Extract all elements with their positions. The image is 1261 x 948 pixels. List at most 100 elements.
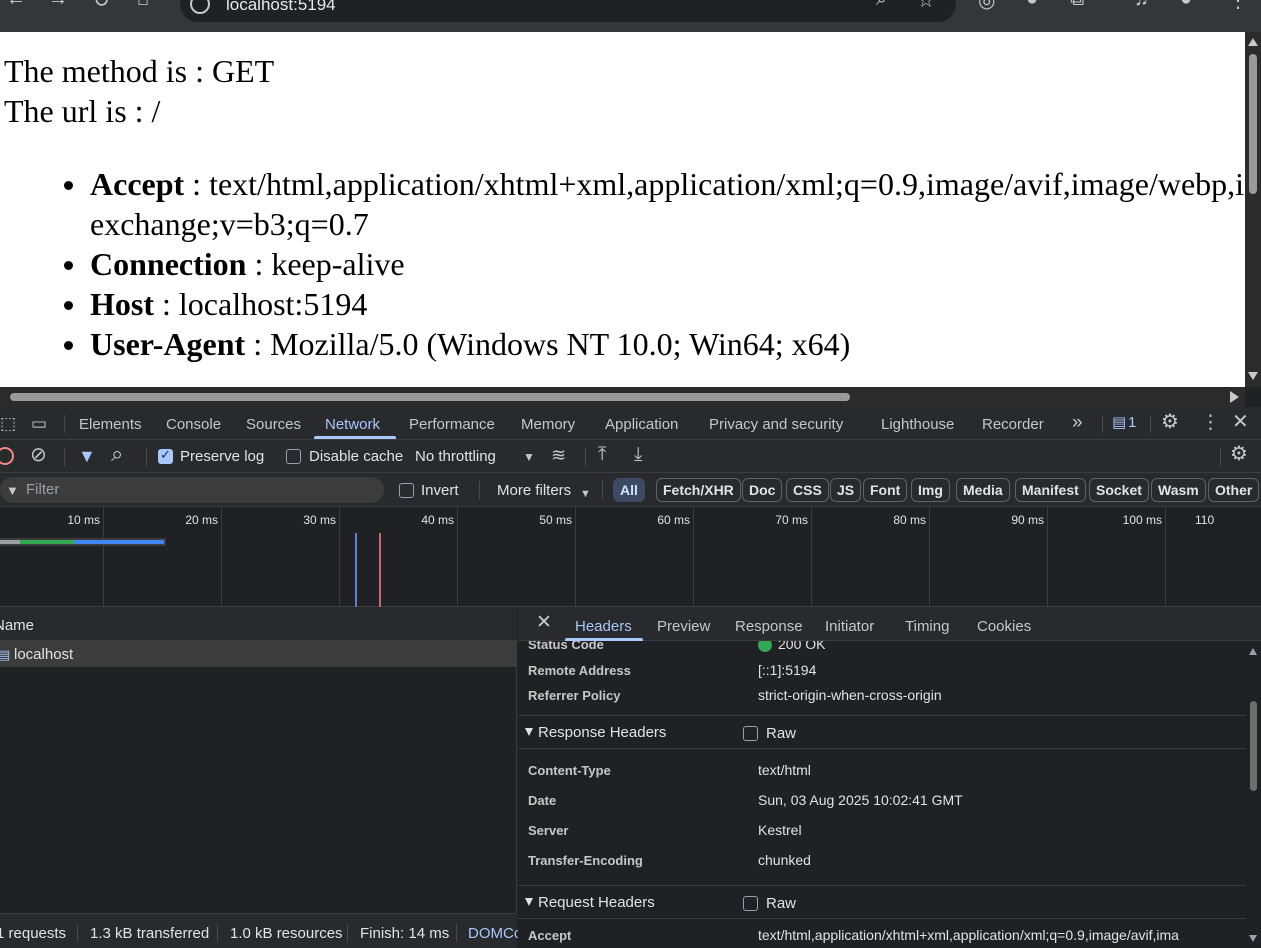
tab-sources[interactable]: Sources bbox=[246, 416, 301, 433]
scrollbar-thumb[interactable] bbox=[1250, 701, 1257, 791]
grid-line bbox=[929, 507, 930, 607]
filter-funnel-icon[interactable]: ▼ bbox=[78, 447, 96, 465]
grid-line bbox=[221, 507, 222, 607]
address-bar[interactable]: localhost:5194 ⌕ ☆ bbox=[180, 0, 956, 22]
device-toolbar-icon[interactable]: ▭ bbox=[31, 415, 47, 433]
site-info-icon[interactable] bbox=[190, 0, 210, 14]
chevron-down-icon[interactable]: ▼ bbox=[523, 448, 535, 466]
scrollbar-thumb[interactable] bbox=[10, 393, 850, 401]
scroll-down-icon[interactable] bbox=[1248, 372, 1258, 380]
header-value: chunked bbox=[758, 852, 811, 868]
issues-count[interactable]: 1 bbox=[1128, 414, 1136, 432]
tab-privacy-and-security[interactable]: Privacy and security bbox=[709, 416, 843, 433]
disable-cache-label: Disable cache bbox=[309, 448, 404, 465]
raw-checkbox[interactable] bbox=[743, 726, 758, 741]
address-url: localhost:5194 bbox=[226, 0, 336, 14]
tab-response[interactable]: Response bbox=[735, 618, 803, 635]
throttling-select[interactable]: No throttling bbox=[415, 448, 496, 465]
extension-avatar-icon[interactable]: ● bbox=[1026, 0, 1038, 11]
filter-input[interactable]: ▼ Filter bbox=[0, 477, 384, 503]
type-filter-manifest[interactable]: Manifest bbox=[1015, 478, 1086, 502]
bookmark-star-icon[interactable]: ☆ bbox=[917, 0, 935, 13]
request-waterfall-bar bbox=[0, 538, 166, 546]
inspect-element-icon[interactable]: ⬚ bbox=[0, 415, 16, 433]
tab-timing[interactable]: Timing bbox=[905, 618, 949, 635]
network-conditions-icon[interactable]: ≋ bbox=[551, 446, 566, 464]
table-row[interactable]: ▤ localhost bbox=[0, 641, 517, 667]
header-key: Date bbox=[528, 793, 557, 808]
issues-icon[interactable]: ▤ bbox=[1112, 414, 1126, 432]
status-finish: Finish: 14 ms bbox=[360, 925, 450, 942]
tab-memory[interactable]: Memory bbox=[521, 416, 575, 433]
scroll-down-icon[interactable] bbox=[1249, 935, 1257, 942]
network-settings-gear-icon[interactable]: ⚙ bbox=[1230, 444, 1248, 464]
scroll-right-icon[interactable] bbox=[1230, 391, 1239, 403]
invert-checkbox[interactable] bbox=[399, 483, 414, 498]
clear-log-icon[interactable]: ⊘ bbox=[30, 445, 47, 465]
preserve-log-checkbox[interactable] bbox=[158, 447, 173, 464]
disable-cache-checkbox[interactable] bbox=[286, 449, 301, 464]
page-horizontal-scrollbar[interactable] bbox=[0, 387, 1245, 407]
type-filter-socket[interactable]: Socket bbox=[1089, 478, 1149, 502]
type-filter-fetch-xhr[interactable]: Fetch/XHR bbox=[656, 478, 741, 502]
request-headers-section[interactable]: Request Headers Raw bbox=[518, 885, 1246, 919]
type-filter-css[interactable]: CSS bbox=[786, 478, 829, 502]
browser-menu-icon[interactable]: ⋮ bbox=[1228, 0, 1248, 13]
type-filter-img[interactable]: Img bbox=[911, 478, 950, 502]
type-filter-other[interactable]: Other bbox=[1208, 478, 1260, 502]
more-filters-dropdown[interactable]: More filters bbox=[497, 482, 571, 499]
chevron-down-icon[interactable]: ▼ bbox=[580, 485, 591, 503]
scrollbar-thumb[interactable] bbox=[1249, 54, 1257, 194]
settings-gear-icon[interactable]: ⚙ bbox=[1161, 412, 1179, 432]
more-tabs-chevron-icon[interactable]: » bbox=[1072, 413, 1083, 432]
zoom-icon[interactable]: ⌕ bbox=[876, 0, 887, 11]
response-headers-section[interactable]: Response Headers Raw bbox=[518, 715, 1246, 749]
forward-icon[interactable]: → bbox=[48, 0, 68, 11]
tab-console[interactable]: Console bbox=[166, 416, 221, 433]
record-stop-icon[interactable] bbox=[0, 447, 14, 465]
media-control-icon[interactable]: ♫ bbox=[1134, 0, 1149, 11]
type-filter-font[interactable]: Font bbox=[863, 478, 908, 502]
extensions-puzzle-icon[interactable]: ⧉ bbox=[1070, 0, 1084, 11]
type-filter-media[interactable]: Media bbox=[956, 478, 1010, 502]
close-devtools-icon[interactable]: ✕ bbox=[1232, 412, 1249, 432]
type-filter-all[interactable]: All bbox=[613, 478, 645, 502]
search-icon[interactable]: ⌕ bbox=[111, 443, 123, 465]
expand-triangle-icon[interactable] bbox=[525, 728, 533, 736]
tab-cookies[interactable]: Cookies bbox=[977, 618, 1031, 635]
tab-preview[interactable]: Preview bbox=[657, 618, 710, 635]
tab-lighthouse[interactable]: Lighthouse bbox=[881, 416, 954, 433]
grid-line bbox=[693, 507, 694, 607]
close-details-icon[interactable]: ✕ bbox=[536, 613, 552, 632]
network-overview-timeline[interactable]: 10 ms 20 ms 30 ms 40 ms 50 ms 60 ms 70 m… bbox=[0, 507, 1261, 607]
raw-checkbox[interactable] bbox=[743, 896, 758, 911]
tab-network[interactable]: Network bbox=[325, 416, 380, 433]
back-icon[interactable]: ← bbox=[6, 0, 26, 11]
home-icon[interactable]: ⌂ bbox=[137, 0, 149, 11]
type-filter-js[interactable]: JS bbox=[830, 478, 862, 502]
type-filter-wasm[interactable]: Wasm bbox=[1151, 478, 1206, 502]
tab-application[interactable]: Application bbox=[605, 416, 678, 433]
tab-elements[interactable]: Elements bbox=[79, 416, 142, 433]
name-column-header[interactable]: Name bbox=[0, 617, 34, 634]
list-item: User-Agent : Mozilla/5.0 (Windows NT 10.… bbox=[0, 324, 1245, 364]
tab-headers[interactable]: Headers bbox=[575, 618, 632, 635]
devtools-panel: ⬚ ▭ Elements Console Sources Network Per… bbox=[0, 407, 1261, 948]
customize-menu-icon[interactable]: ⋮ bbox=[1201, 413, 1220, 432]
tab-recorder[interactable]: Recorder bbox=[982, 416, 1044, 433]
scroll-up-icon[interactable] bbox=[1248, 38, 1258, 46]
tab-initiator[interactable]: Initiator bbox=[825, 618, 874, 635]
tab-performance[interactable]: Performance bbox=[409, 416, 495, 433]
expand-triangle-icon[interactable] bbox=[525, 898, 533, 906]
reload-icon[interactable]: ↻ bbox=[93, 0, 110, 13]
header-value: : localhost:5194 bbox=[154, 286, 368, 322]
details-scrollbar[interactable] bbox=[1246, 641, 1261, 948]
profile-avatar[interactable]: ● bbox=[1180, 0, 1192, 11]
scroll-up-icon[interactable] bbox=[1249, 648, 1257, 655]
export-har-icon[interactable]: ⤓ bbox=[634, 445, 642, 464]
extension-icon[interactable]: ◎ bbox=[978, 0, 995, 13]
page-vertical-scrollbar[interactable] bbox=[1245, 32, 1261, 387]
type-filter-doc[interactable]: Doc bbox=[742, 478, 783, 502]
list-item: Accept : text/html,application/xhtml+xml… bbox=[0, 164, 1245, 244]
import-har-icon[interactable]: ⤒ bbox=[598, 445, 606, 464]
